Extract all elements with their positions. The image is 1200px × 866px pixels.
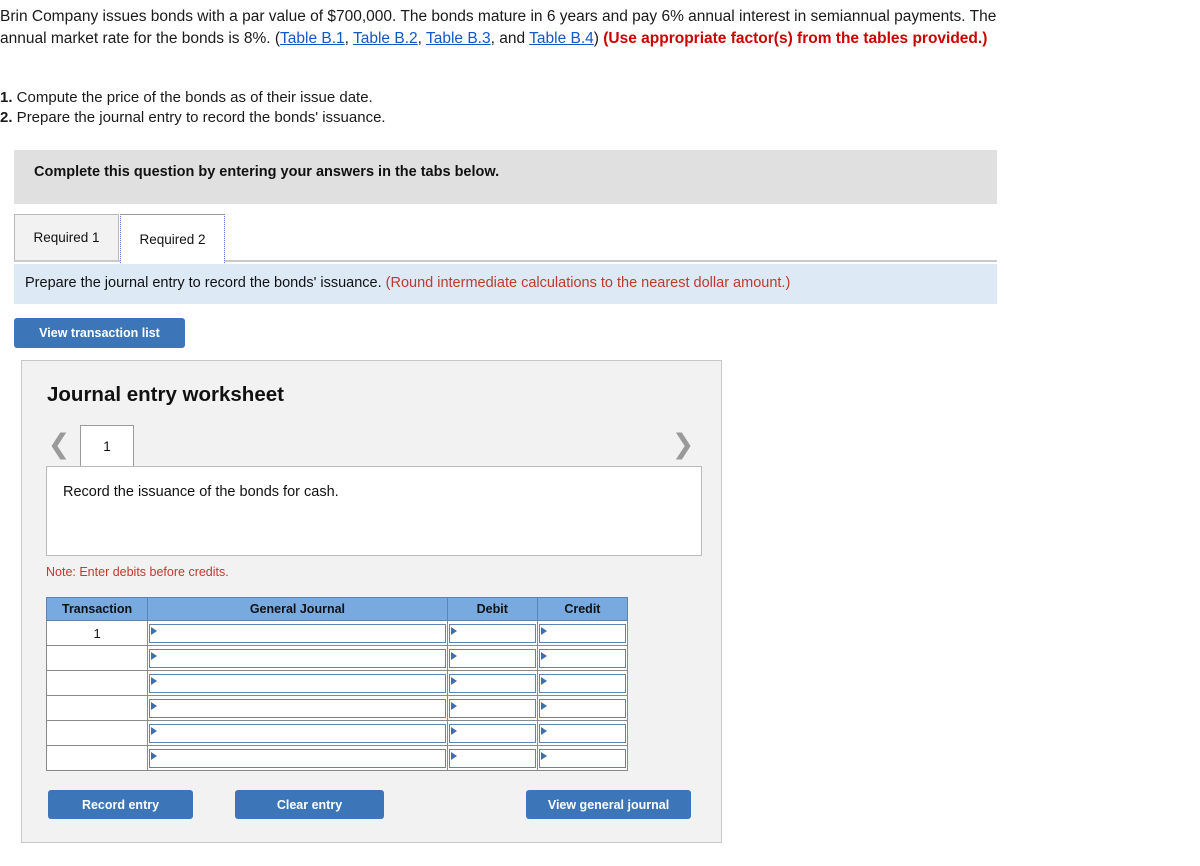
requirement-2-text: Prepare the journal entry to record the … [12,109,386,126]
table-row [45,645,629,671]
account-select-1[interactable] [149,623,446,643]
table-row [45,745,629,771]
tab-required-1-label: Required 1 [33,230,100,245]
tab-required-1[interactable]: Required 1 [14,214,119,261]
debit-input-6[interactable] [448,748,536,768]
debit-input-1[interactable] [448,623,536,643]
worksheet-page-tab-1-label: 1 [103,439,111,454]
cell-transaction-2 [45,645,149,671]
credit-input-2[interactable] [538,648,626,668]
problem-statement: Brin Company issues bonds with a par val… [0,6,1004,49]
problem-emphasis: (Use appropriate factor(s) from the tabl… [603,29,988,47]
cell-transaction-3 [45,670,149,696]
cell-debit-5[interactable] [446,720,538,746]
view-transaction-list-button[interactable]: View transaction list [14,318,185,348]
cell-credit-6[interactable] [536,745,629,771]
credit-input-4[interactable] [538,698,626,718]
debit-input-4[interactable] [448,698,536,718]
cell-credit-5[interactable] [536,720,629,746]
cell-general-journal-5[interactable] [147,720,448,746]
cell-debit-2[interactable] [446,645,538,671]
rounding-note: (Round intermediate calculations to the … [385,275,791,291]
column-header-transaction: Transaction [45,597,149,621]
chevron-right-icon[interactable]: ❯ [670,429,696,461]
account-select-3[interactable] [149,673,446,693]
table-b2-link[interactable]: Table B.2 [353,30,418,47]
cell-transaction-6 [45,745,149,771]
table-row: 1 [45,620,629,646]
requirement-2-number: 2. [0,109,13,126]
debit-input-3[interactable] [448,673,536,693]
cell-debit-6[interactable] [446,745,538,771]
complete-question-text: Complete this question by entering your … [34,164,500,180]
requirement-1-number: 1. [0,89,13,106]
cell-transaction-1: 1 [45,620,149,646]
cell-debit-1[interactable] [446,620,538,646]
record-entry-button[interactable]: Record entry [48,790,193,819]
worksheet-nav-row: ❮ 1 ❯ [22,423,721,467]
credit-input-5[interactable] [538,723,626,743]
requirement-item-2: 2. Prepare the journal entry to record t… [0,108,386,128]
problem-sep-2: , [417,29,426,47]
cell-transaction-4 [45,695,149,721]
cell-credit-3[interactable] [536,670,629,696]
clear-entry-button[interactable]: Clear entry [235,790,384,819]
cell-general-journal-6[interactable] [147,745,448,771]
cell-debit-4[interactable] [446,695,538,721]
requirement-item-1: 1. Compute the price of the bonds as of … [0,88,386,108]
chevron-left-icon[interactable]: ❮ [46,429,72,461]
cell-transaction-5 [45,720,149,746]
cell-credit-4[interactable] [536,695,629,721]
cell-credit-2[interactable] [536,645,629,671]
debit-input-2[interactable] [448,648,536,668]
cell-credit-1[interactable] [536,620,629,646]
cell-general-journal-4[interactable] [147,695,448,721]
requirement-instruction-bar: Prepare the journal entry to record the … [14,264,997,304]
table-b3-link[interactable]: Table B.3 [426,30,491,47]
worksheet-description-box: Record the issuance of the bonds for cas… [46,466,702,556]
credit-input-3[interactable] [538,673,626,693]
debit-input-5[interactable] [448,723,536,743]
credit-input-1[interactable] [538,623,626,643]
journal-entry-table: Transaction General Journal Debit Credit… [45,597,629,771]
problem-sep-3: , and [490,29,530,47]
requirement-instruction-text: Prepare the journal entry to record the … [25,275,386,291]
table-row [45,670,629,696]
worksheet-title: Journal entry worksheet [47,383,284,406]
cell-general-journal-1[interactable] [147,620,448,646]
journal-table-header-row: Transaction General Journal Debit Credit [45,597,629,621]
requirements-list: 1. Compute the price of the bonds as of … [0,88,386,128]
column-header-general-journal: General Journal [147,597,448,621]
problem-sep-1: , [344,29,353,47]
table-row [45,695,629,721]
table-b4-link[interactable]: Table B.4 [529,30,594,47]
required-tabstrip: Required 1 Required 2 [14,214,997,263]
debits-before-credits-note: Note: Enter debits before credits. [46,565,229,579]
view-general-journal-button[interactable]: View general journal [526,790,691,819]
requirement-instruction-wrapper: Prepare the journal entry to record the … [25,275,790,291]
cell-general-journal-2[interactable] [147,645,448,671]
requirement-1-text: Compute the price of the bonds as of the… [12,89,373,106]
complete-question-bar: Complete this question by entering your … [14,150,997,204]
tab-required-2-label: Required 2 [139,231,206,247]
cell-general-journal-3[interactable] [147,670,448,696]
column-header-credit: Credit [536,597,629,621]
credit-input-6[interactable] [538,748,626,768]
journal-entry-worksheet-panel: Journal entry worksheet ❮ 1 ❯ Record the… [21,360,722,843]
question-page: Brin Company issues bonds with a par val… [0,0,1200,866]
cell-debit-3[interactable] [446,670,538,696]
column-header-debit: Debit [446,597,538,621]
worksheet-description-text: Record the issuance of the bonds for cas… [63,484,339,500]
problem-text-part2: ) [593,29,604,47]
worksheet-page-tab-1[interactable]: 1 [80,425,134,467]
account-select-2[interactable] [149,648,446,668]
account-select-6[interactable] [149,748,446,768]
account-select-5[interactable] [149,723,446,743]
account-select-4[interactable] [149,698,446,718]
table-row [45,720,629,746]
table-b1-link[interactable]: Table B.1 [280,30,345,47]
tab-required-2[interactable]: Required 2 [120,214,225,263]
